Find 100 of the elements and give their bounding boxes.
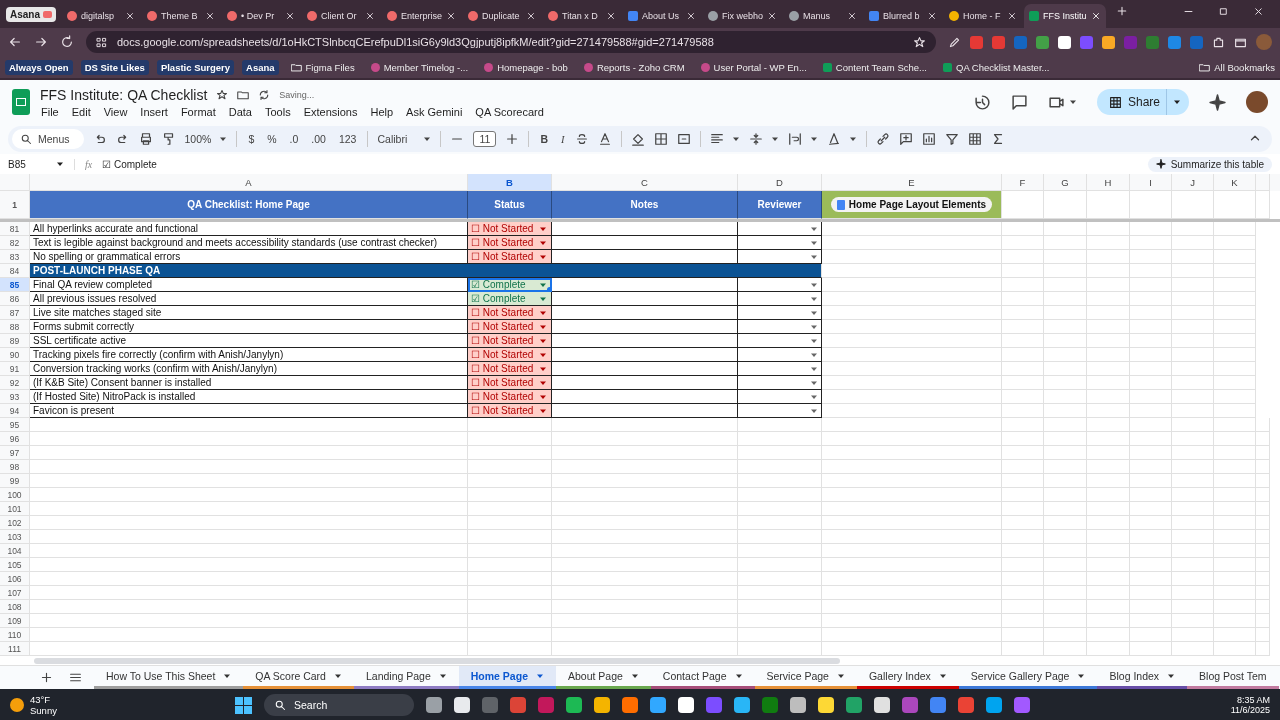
empty-cell[interactable] (1044, 191, 1087, 219)
empty-cell[interactable] (1044, 460, 1087, 474)
paint-format-icon[interactable] (161, 132, 176, 146)
empty-cell[interactable] (1044, 586, 1087, 600)
empty-cell[interactable] (1172, 320, 1214, 334)
menu-item[interactable]: View (102, 105, 129, 118)
empty-cell[interactable] (1214, 558, 1256, 572)
empty-cell[interactable] (1087, 516, 1130, 530)
text-color-icon[interactable] (598, 132, 613, 146)
empty-cell[interactable] (738, 446, 822, 460)
percent-button[interactable]: % (265, 133, 279, 145)
empty-cell[interactable] (1256, 544, 1270, 558)
caret-icon[interactable] (423, 135, 432, 143)
empty-cell[interactable] (1002, 572, 1044, 586)
forward-icon[interactable] (34, 35, 48, 49)
empty-cell[interactable] (1002, 488, 1044, 502)
caret-icon[interactable] (1167, 672, 1176, 680)
browser-tab[interactable]: • Dev Pr (222, 4, 300, 28)
empty-cell[interactable] (468, 460, 552, 474)
empty-cell[interactable] (1087, 390, 1130, 404)
empty-cell[interactable] (1214, 250, 1256, 264)
empty-cell[interactable] (1214, 530, 1256, 544)
empty-cell[interactable] (1214, 334, 1256, 348)
status-dropdown[interactable]: ☐ Not Started (468, 404, 552, 418)
empty-cell[interactable] (468, 502, 552, 516)
empty-cell[interactable] (1044, 306, 1087, 320)
empty-cell[interactable] (1044, 502, 1087, 516)
column-header[interactable]: G (1044, 174, 1087, 191)
empty-cell[interactable] (1044, 628, 1087, 642)
empty-cell[interactable] (822, 320, 1002, 334)
empty-cell[interactable] (1044, 488, 1087, 502)
empty-cell[interactable] (1002, 614, 1044, 628)
row-number[interactable]: 98 (0, 460, 30, 474)
column-header[interactable] (1256, 174, 1270, 191)
empty-cell[interactable] (1172, 191, 1214, 219)
row-number[interactable]: 107 (0, 586, 30, 600)
empty-cell[interactable] (1130, 334, 1172, 348)
empty-cell[interactable] (1087, 614, 1130, 628)
close-icon[interactable] (606, 11, 617, 21)
empty-cell[interactable] (1172, 516, 1214, 530)
empty-cell[interactable] (1002, 278, 1044, 292)
caret-icon[interactable] (732, 135, 741, 143)
maximize-icon[interactable] (1218, 5, 1229, 17)
row-number[interactable]: 102 (0, 516, 30, 530)
notes-cell[interactable] (552, 222, 738, 236)
app-icon[interactable] (958, 697, 974, 713)
empty-cell[interactable] (1044, 222, 1087, 236)
print-icon[interactable] (138, 132, 153, 146)
notes-cell[interactable] (552, 306, 738, 320)
empty-cell[interactable] (1214, 600, 1256, 614)
empty-cell[interactable] (1256, 530, 1270, 544)
empty-cell[interactable] (1002, 628, 1044, 642)
row-number[interactable]: 95 (0, 418, 30, 432)
reviewer-dropdown[interactable] (738, 390, 822, 404)
reload-icon[interactable] (60, 35, 74, 49)
bookmark[interactable]: Reports - Zoho CRM (579, 61, 689, 73)
empty-cell[interactable] (1130, 390, 1172, 404)
text-rotation-icon[interactable] (827, 132, 842, 146)
plus-icon[interactable] (505, 132, 520, 146)
empty-cell[interactable] (1130, 474, 1172, 488)
empty-cell[interactable] (822, 474, 1002, 488)
empty-cell[interactable] (1002, 222, 1044, 236)
bookmark[interactable]: User Portal - WP En... (696, 61, 811, 73)
empty-cell[interactable] (1002, 362, 1044, 376)
empty-cell[interactable] (552, 432, 738, 446)
reviewer-dropdown[interactable] (738, 348, 822, 362)
empty-cell[interactable] (1172, 418, 1214, 432)
status-dropdown[interactable]: ☐ Not Started (468, 390, 552, 404)
empty-cell[interactable] (1256, 614, 1270, 628)
caret-icon[interactable] (734, 672, 743, 680)
app-icon[interactable] (706, 697, 722, 713)
empty-cell[interactable] (1002, 250, 1044, 264)
bookmark[interactable]: Member Timelog -... (366, 61, 473, 73)
empty-cell[interactable] (1002, 418, 1044, 432)
close-icon[interactable] (205, 11, 215, 21)
empty-cell[interactable] (1044, 572, 1087, 586)
empty-cell[interactable] (1044, 404, 1087, 418)
empty-cell[interactable] (1130, 292, 1172, 306)
empty-cell[interactable] (822, 530, 1002, 544)
formula-input[interactable]: ☑ Complete (102, 158, 157, 170)
app-icon[interactable] (678, 697, 694, 713)
browser-tab[interactable]: Duplicate (463, 4, 542, 28)
status-dropdown[interactable]: ☐ Not Started (468, 376, 552, 390)
notes-cell[interactable] (552, 278, 738, 292)
empty-cell[interactable] (1087, 222, 1130, 236)
app-icon[interactable] (650, 697, 666, 713)
bookmark-chip[interactable]: Plastic Surgery (156, 59, 235, 75)
column-header[interactable]: B (468, 174, 552, 191)
empty-cell[interactable] (738, 474, 822, 488)
empty-cell[interactable] (1130, 222, 1172, 236)
row-number[interactable]: 93 (0, 390, 30, 404)
empty-cell[interactable] (1130, 530, 1172, 544)
borders-icon[interactable] (654, 132, 669, 146)
app-icon[interactable] (762, 697, 778, 713)
status-dropdown[interactable]: ☐ Not Started (468, 306, 552, 320)
empty-cell[interactable] (468, 600, 552, 614)
caret-icon[interactable] (771, 135, 780, 143)
app-icon[interactable] (1014, 697, 1030, 713)
empty-cell[interactable] (1044, 390, 1087, 404)
empty-cell[interactable] (738, 614, 822, 628)
